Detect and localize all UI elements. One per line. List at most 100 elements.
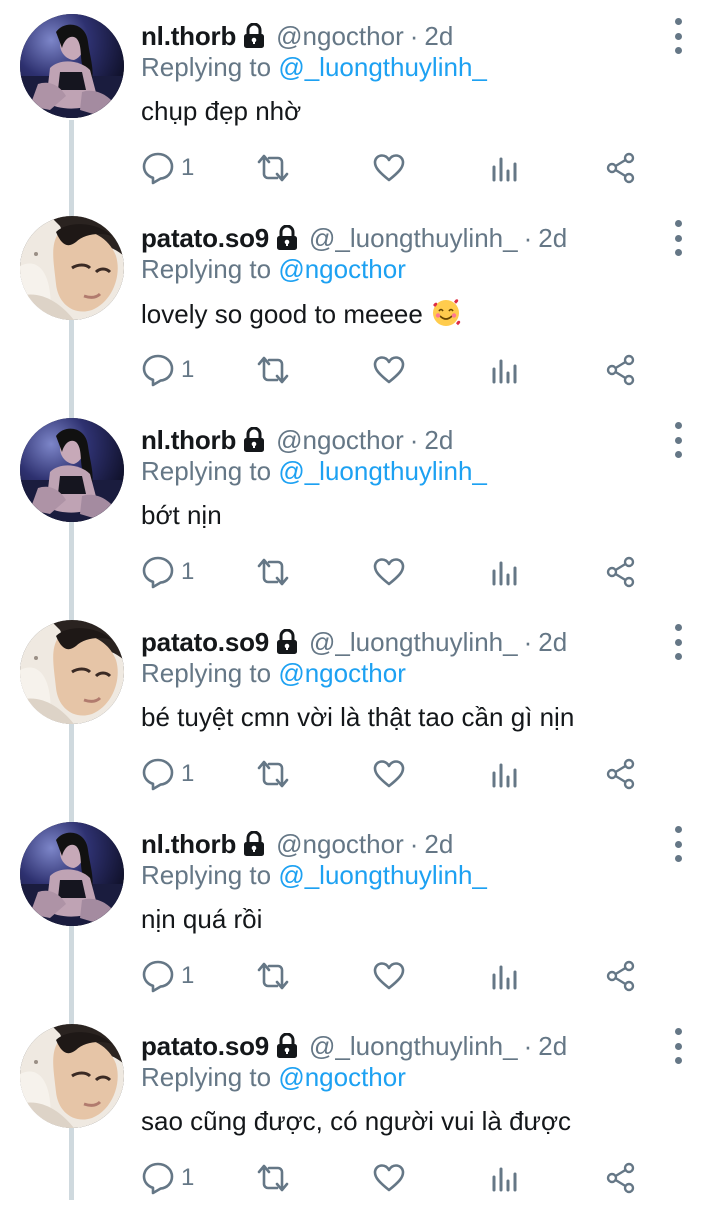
reply-button[interactable]: 1 xyxy=(141,552,194,592)
analytics-icon xyxy=(491,557,519,587)
more-vertical-icon[interactable] xyxy=(666,622,690,662)
analytics-button[interactable] xyxy=(491,754,519,794)
reply-icon xyxy=(141,757,175,791)
user-handle[interactable]: @ngocthor xyxy=(276,425,404,456)
reply-button[interactable]: 1 xyxy=(141,148,194,188)
tweet-header: nl.thorb @ngocthor · 2d xyxy=(141,422,453,458)
timestamp[interactable]: 2d xyxy=(538,1031,567,1062)
tweet-text: nịn quá rồi xyxy=(141,904,262,935)
separator-dot: · xyxy=(523,1030,533,1061)
tweet[interactable]: patato.so9 @_luongthuylinh_ · 2d Replying to… xyxy=(0,606,720,808)
heart-icon xyxy=(373,355,405,385)
reply-button[interactable]: 1 xyxy=(141,956,194,996)
share-button[interactable] xyxy=(606,350,636,390)
display-name[interactable]: nl.thorb xyxy=(141,21,236,52)
reply-icon xyxy=(141,353,175,387)
more-dot xyxy=(674,234,682,242)
more-vertical-icon[interactable] xyxy=(666,824,690,864)
display-name[interactable]: patato.so9 xyxy=(141,223,269,254)
display-name[interactable]: patato.so9 xyxy=(141,627,269,658)
replying-to-label: Replying to xyxy=(141,456,272,486)
like-button[interactable] xyxy=(373,552,405,592)
like-button[interactable] xyxy=(373,1158,405,1198)
analytics-button[interactable] xyxy=(491,956,519,996)
replying-to: Replying to @_luongthuylinh_ xyxy=(141,52,487,83)
timestamp[interactable]: 2d xyxy=(538,223,567,254)
share-button[interactable] xyxy=(606,148,636,188)
reply-button[interactable]: 1 xyxy=(141,1158,194,1198)
retweet-button[interactable] xyxy=(255,552,291,592)
more-vertical-icon[interactable] xyxy=(666,218,690,258)
mention-link[interactable]: @ngocthor xyxy=(278,1062,406,1092)
user-handle[interactable]: @_luongthuylinh_ xyxy=(309,1031,518,1062)
more-vertical-icon[interactable] xyxy=(666,16,690,56)
retweet-icon xyxy=(255,1162,291,1194)
reply-button[interactable]: 1 xyxy=(141,350,194,390)
mention-link[interactable]: @_luongthuylinh_ xyxy=(278,52,487,82)
avatar[interactable] xyxy=(20,1024,124,1128)
like-button[interactable] xyxy=(373,148,405,188)
user-handle[interactable]: @_luongthuylinh_ xyxy=(309,627,518,658)
tweet[interactable]: patato.so9 @_luongthuylinh_ · 2d Replying to… xyxy=(0,1010,720,1212)
share-button[interactable] xyxy=(606,1158,636,1198)
more-dot xyxy=(674,451,682,458)
analytics-icon xyxy=(491,153,519,183)
more-dot xyxy=(674,638,682,646)
like-button[interactable] xyxy=(373,350,405,390)
retweet-button[interactable] xyxy=(255,754,291,794)
tweet-text-content: bớt nịn xyxy=(141,500,222,530)
mention-link[interactable]: @ngocthor xyxy=(278,254,406,284)
more-vertical-icon[interactable] xyxy=(666,1026,690,1066)
replying-to: Replying to @ngocthor xyxy=(141,1062,406,1093)
tweet[interactable]: nl.thorb @ngocthor · 2d Replying to @_luongt… xyxy=(0,808,720,1010)
lock-icon xyxy=(275,224,299,251)
mention-link[interactable]: @ngocthor xyxy=(278,658,406,688)
tweet[interactable]: patato.so9 @_luongthuylinh_ · 2d Replying to… xyxy=(0,202,720,404)
replying-to-label: Replying to xyxy=(141,658,272,688)
reply-button[interactable]: 1 xyxy=(141,754,194,794)
like-button[interactable] xyxy=(373,956,405,996)
retweet-button[interactable] xyxy=(255,148,291,188)
analytics-button[interactable] xyxy=(491,148,519,188)
avatar[interactable] xyxy=(20,620,124,724)
display-name[interactable]: nl.thorb xyxy=(141,425,236,456)
mention-link[interactable]: @_luongthuylinh_ xyxy=(278,456,487,486)
more-dot xyxy=(674,1042,682,1050)
mention-link[interactable]: @_luongthuylinh_ xyxy=(278,860,487,890)
tweet-header: patato.so9 @_luongthuylinh_ · 2d xyxy=(141,220,567,256)
more-dot xyxy=(674,18,682,25)
display-name[interactable]: nl.thorb xyxy=(141,829,236,860)
share-icon xyxy=(606,960,636,992)
analytics-icon xyxy=(491,1163,519,1193)
user-handle[interactable]: @ngocthor xyxy=(276,829,404,860)
more-vertical-icon[interactable] xyxy=(666,420,690,460)
timestamp[interactable]: 2d xyxy=(424,829,453,860)
user-handle[interactable]: @_luongthuylinh_ xyxy=(309,223,518,254)
avatar[interactable] xyxy=(20,216,124,320)
analytics-button[interactable] xyxy=(491,552,519,592)
retweet-button[interactable] xyxy=(255,350,291,390)
retweet-button[interactable] xyxy=(255,1158,291,1198)
share-button[interactable] xyxy=(606,552,636,592)
share-button[interactable] xyxy=(606,956,636,996)
tweet[interactable]: nl.thorb @ngocthor · 2d Replying to @_luongt… xyxy=(0,0,720,202)
retweet-button[interactable] xyxy=(255,956,291,996)
share-button[interactable] xyxy=(606,754,636,794)
avatar[interactable] xyxy=(20,418,124,522)
display-name[interactable]: patato.so9 xyxy=(141,1031,269,1062)
analytics-button[interactable] xyxy=(491,1158,519,1198)
avatar[interactable] xyxy=(20,822,124,926)
user-handle[interactable]: @ngocthor xyxy=(276,21,404,52)
timestamp[interactable]: 2d xyxy=(538,627,567,658)
retweet-icon xyxy=(255,758,291,790)
timestamp[interactable]: 2d xyxy=(424,425,453,456)
like-button[interactable] xyxy=(373,754,405,794)
tweet[interactable]: nl.thorb @ngocthor · 2d Replying to @_luongt… xyxy=(0,404,720,606)
reply-count: 1 xyxy=(181,558,195,585)
analytics-button[interactable] xyxy=(491,350,519,390)
avatar[interactable] xyxy=(20,14,124,118)
timestamp[interactable]: 2d xyxy=(424,21,453,52)
tweet-text-content: lovely so good to meeee xyxy=(141,299,423,329)
tweet-text: bớt nịn xyxy=(141,500,222,531)
tweet-text-content: bé tuyệt cmn vời là thật tao cần gì nịn xyxy=(141,702,575,732)
